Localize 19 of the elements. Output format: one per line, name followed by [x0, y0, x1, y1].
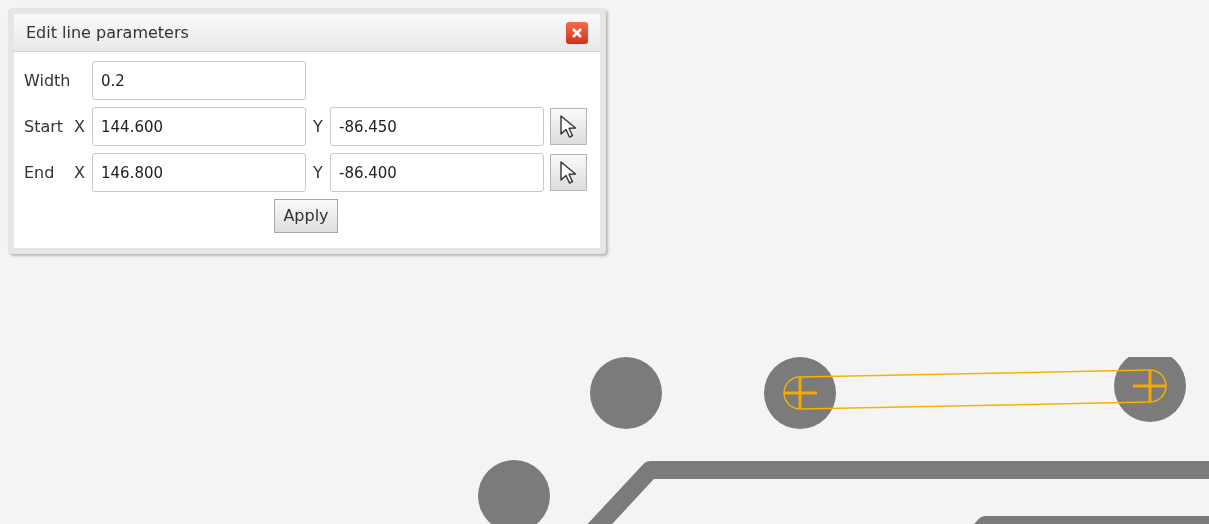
- input-field[interactable]: -86.450: [330, 107, 544, 146]
- input-field[interactable]: 146.800: [92, 153, 306, 192]
- pick-point-button[interactable]: [550, 108, 587, 145]
- field-label: End: [24, 161, 56, 184]
- field-label: X: [74, 115, 86, 138]
- pick-point-button[interactable]: [550, 154, 587, 191]
- field-label: Start: [24, 115, 65, 138]
- selected-line-outline[interactable]: [782, 369, 1169, 411]
- input-field[interactable]: 0.2: [92, 61, 306, 100]
- field-label: X: [74, 161, 86, 184]
- field-label: Width: [24, 69, 72, 92]
- close-icon: [571, 26, 583, 39]
- apply-button[interactable]: Apply: [274, 199, 338, 233]
- input-field[interactable]: 144.600: [92, 107, 306, 146]
- field-label: Y: [312, 115, 324, 138]
- close-button[interactable]: [566, 21, 588, 44]
- window-title: Edit line parameters: [26, 21, 189, 44]
- input-field[interactable]: -86.400: [330, 153, 544, 192]
- field-label: Y: [312, 161, 324, 184]
